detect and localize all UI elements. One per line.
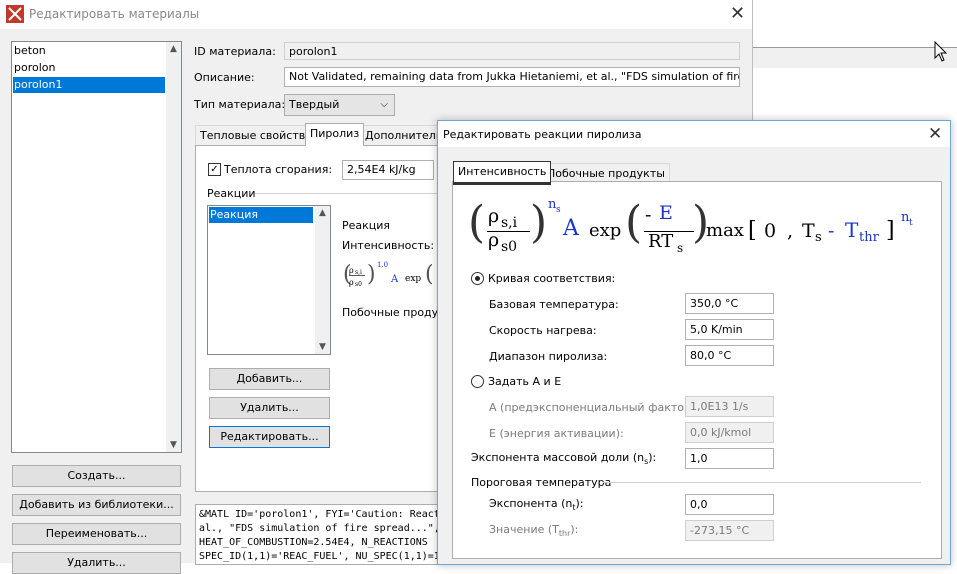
delete-button[interactable]: Удалить... bbox=[12, 552, 181, 574]
threshold-exponent-label: Экспонента (nt): bbox=[489, 497, 584, 513]
pyrolysis-range-label: Диапазон пиролиза: bbox=[489, 350, 608, 363]
tab-byproducts[interactable]: Побочные продукты bbox=[542, 163, 670, 182]
mass-exponent-field[interactable]: 1,0 bbox=[685, 448, 774, 469]
fds-line: HEAT_OF_COMBUSTION=2.54E4, N_REACTIONS bbox=[199, 537, 428, 548]
reaction-detail-title: Реакция bbox=[342, 219, 391, 232]
dialog-title-bar: Редактировать реакции пиролиза ✕ bbox=[438, 121, 950, 147]
heat-rate-label: Скорость нагрева: bbox=[489, 324, 597, 337]
mass-exponent-label: Экспонента массовой доли (ns): bbox=[471, 451, 657, 467]
a-field[interactable]: 1,0E13 1/s bbox=[685, 396, 774, 417]
list-item[interactable]: beton bbox=[13, 43, 165, 59]
specify-a-e-label: Задать A и E bbox=[488, 375, 562, 388]
id-field[interactable]: porolon1 bbox=[284, 42, 740, 60]
app-logo-icon bbox=[6, 5, 24, 23]
material-type-label: Тип материала: bbox=[194, 98, 286, 111]
background-divider bbox=[752, 47, 957, 48]
description-field[interactable]: Not Validated, remaining data from Jukka… bbox=[284, 67, 740, 87]
chevron-down-icon: ⌵ bbox=[380, 99, 388, 110]
mini-formula: ( ρ s,i ρ s0 ) 1.0 A exp ( bbox=[343, 261, 434, 288]
scroll-up-icon[interactable]: ▲ bbox=[315, 208, 330, 218]
scroll-down-icon[interactable]: ▼ bbox=[166, 440, 181, 450]
group-divider bbox=[603, 482, 921, 483]
threshold-value-field[interactable]: -273,15 °C bbox=[685, 520, 774, 541]
close-icon[interactable]: ✕ bbox=[730, 5, 745, 23]
tab-intensity[interactable]: Интенсивность bbox=[453, 161, 552, 185]
fds-line: SPEC_ID(1,1)='REAC_FUEL', NU_SPEC(1,1)=1… bbox=[199, 551, 458, 562]
heat-of-combustion-label: Теплота сгорания: bbox=[224, 163, 333, 176]
edit-reaction-button[interactable]: Редактировать... bbox=[209, 426, 330, 448]
scroll-down-icon[interactable]: ▼ bbox=[315, 342, 330, 352]
pyrolysis-reactions-dialog: Редактировать реакции пиролиза ✕ Интенси… bbox=[437, 120, 951, 565]
materials-list[interactable]: beton porolon porolon1 ▲ ▼ bbox=[11, 41, 182, 453]
tab-pyrolysis[interactable]: Пиролиз bbox=[305, 123, 365, 146]
e-field[interactable]: 0,0 kJ/kmol bbox=[685, 422, 774, 443]
a-label: A (предэкспоненциальный фактор): bbox=[489, 401, 699, 414]
reactions-group-label: Реакции bbox=[207, 187, 256, 200]
list-item-selected[interactable]: Реакция bbox=[209, 207, 313, 223]
heat-of-combustion-field[interactable]: 2,54E4 kJ/kg bbox=[342, 160, 434, 180]
mouse-cursor-icon bbox=[934, 41, 948, 62]
background-toolbar bbox=[752, 48, 957, 68]
intensity-detail-label: Интенсивность: bbox=[342, 239, 435, 252]
fit-curve-label: Кривая соответствия: bbox=[488, 272, 616, 285]
threshold-group-label: Пороговая температура bbox=[471, 476, 612, 489]
rate-formula: ( ρ s,i ρ s0 ) n s A exp ( - E RT s ) ma… bbox=[468, 197, 913, 255]
add-from-library-button[interactable]: Добавить из библиотеки... bbox=[12, 494, 181, 516]
specify-a-e-radio[interactable] bbox=[471, 375, 484, 388]
list-item-selected[interactable]: porolon1 bbox=[13, 77, 165, 93]
scroll-up-icon[interactable]: ▲ bbox=[166, 44, 181, 54]
reactions-scrollbar[interactable]: ▲ ▼ bbox=[315, 206, 330, 354]
heat-of-combustion-checkbox[interactable]: ✓ bbox=[208, 163, 221, 176]
material-type-select[interactable]: Твердый ⌵ bbox=[284, 94, 395, 116]
formula-A: A bbox=[563, 216, 579, 241]
byproducts-detail-label: Побочные продукт bbox=[342, 306, 452, 319]
list-scrollbar[interactable]: ▲ ▼ bbox=[166, 42, 181, 452]
heat-rate-field[interactable]: 5,0 K/min bbox=[685, 319, 774, 340]
description-label: Описание: bbox=[194, 71, 255, 84]
e-label: E (энергия активации): bbox=[489, 427, 624, 440]
group-divider bbox=[255, 193, 440, 194]
material-type-value: Твердый bbox=[289, 98, 340, 111]
create-button[interactable]: Создать... bbox=[12, 465, 181, 487]
reactions-list[interactable]: Реакция ▲ ▼ bbox=[207, 205, 331, 355]
threshold-value-label: Значение (Tthr): bbox=[489, 523, 579, 539]
add-reaction-button[interactable]: Добавить... bbox=[209, 368, 330, 390]
pyrolysis-range-field[interactable]: 80,0 °C bbox=[685, 345, 774, 366]
rename-button[interactable]: Переименовать... bbox=[12, 523, 181, 545]
id-label: ID материала: bbox=[194, 45, 276, 58]
close-icon[interactable]: ✕ bbox=[928, 125, 942, 143]
ref-temp-field[interactable]: 350,0 °C bbox=[685, 293, 774, 314]
mini-exponent: 1.0 bbox=[377, 261, 389, 269]
ref-temp-label: Базовая температура: bbox=[489, 298, 619, 311]
window-title: Редактировать материалы bbox=[29, 7, 200, 21]
threshold-exponent-field[interactable]: 0,0 bbox=[685, 494, 774, 515]
remove-reaction-button[interactable]: Удалить... bbox=[209, 397, 330, 419]
fit-curve-radio[interactable] bbox=[471, 272, 484, 285]
dialog-title: Редактировать реакции пиролиза bbox=[443, 128, 642, 141]
list-item[interactable]: porolon bbox=[13, 60, 165, 76]
title-bar: Редактировать материалы ✕ bbox=[0, 0, 752, 29]
tab-thermal[interactable]: Тепловые свойства bbox=[195, 125, 317, 145]
